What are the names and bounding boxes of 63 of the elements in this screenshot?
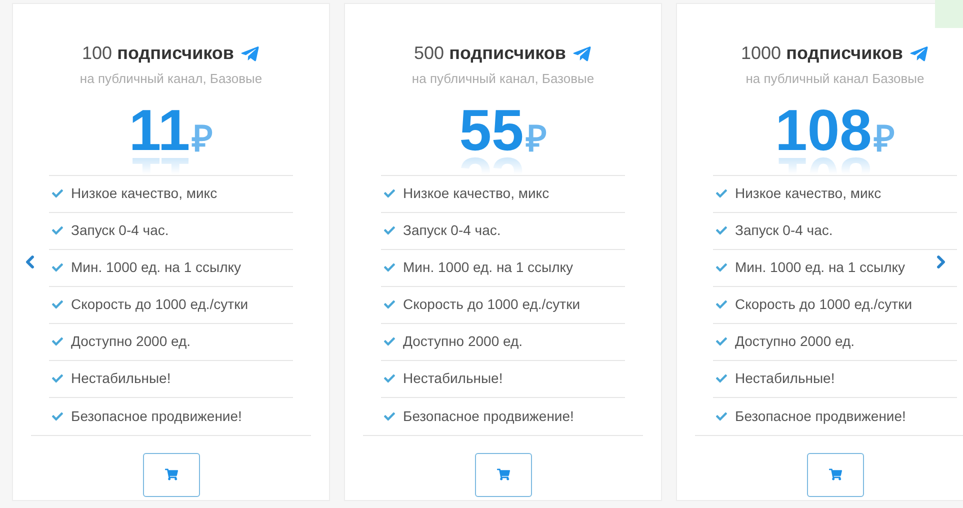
plan-title: 100 подписчиков [82,42,234,65]
check-icon [52,188,63,199]
feature-text: Доступно 2000 ед. [71,332,191,351]
feature-text: Безопасное продвижение! [735,406,906,426]
paper-plane-icon [240,44,260,64]
paper-plane-icon [908,44,929,64]
feature-text: Низкое качество, микс [403,184,550,203]
check-icon [716,262,727,273]
check-icon [384,225,395,236]
check-icon [716,225,727,236]
currency: ₽ [526,116,547,160]
feature-text: Мин. 1000 ед. на 1 ссылку [71,258,242,277]
plan-subtitle: на публичный канал, Базовые [412,70,594,88]
cart-icon [496,468,510,481]
plan-subtitle: на публичный канал, Базовые [80,70,262,88]
feature-text: Нестабильные! [735,369,835,388]
check-icon [384,262,395,273]
feature-text: Безопасное продвижение! [403,406,574,426]
check-icon [384,373,395,384]
check-icon [52,336,63,347]
feature-text: Скорость до 1000 ед./сутки [403,295,580,314]
check-icon [716,299,727,310]
check-icon [716,336,727,347]
check-icon [384,336,395,347]
feature-text: Запуск 0-4 час. [735,221,833,240]
plan-title: 500 подписчиков [414,42,566,65]
feature-text: Мин. 1000 ед. на 1 ссылку [735,258,906,277]
cart-button[interactable] [142,452,200,496]
plan-subtitle: на публичный канал Базовые [746,70,924,88]
feature-text: Запуск 0-4 час. [71,221,169,240]
check-icon [52,225,63,236]
check-icon [384,188,395,199]
check-icon [52,262,63,273]
currency: ₽ [874,116,895,160]
check-icon [384,299,395,310]
price: 108 [775,100,872,160]
feature-text: Запуск 0-4 час. [403,221,501,240]
feature-text: Мин. 1000 ед. на 1 ссылку [403,258,574,277]
feature-text: Доступно 2000 ед. [403,332,523,351]
paper-plane-icon [572,44,592,64]
feature-text: Низкое качество, микс [71,184,218,203]
cart-button[interactable] [474,452,532,496]
plan-title: 1000 подписчиков [741,42,903,65]
check-icon [384,410,395,422]
check-icon [52,373,63,384]
cart-button[interactable] [806,452,864,496]
check-icon [716,188,727,199]
feature-text: Нестабильные! [403,369,503,388]
price: 11 [128,100,190,160]
currency: ₽ [192,116,214,160]
feature-text: Безопасное продвижение! [71,406,242,426]
feature-text: Доступно 2000 ед. [735,332,855,351]
feature-text: Нестабильные! [71,369,171,388]
feature-text: Скорость до 1000 ед./сутки [735,295,912,314]
cart-icon [828,468,842,481]
feature-text: Скорость до 1000 ед./сутки [71,295,248,314]
check-icon [716,373,727,384]
feature-text: Низкое качество, микс [735,184,882,203]
check-icon [52,410,63,422]
check-icon [716,410,727,422]
price: 55 [459,100,524,160]
check-icon [52,299,63,310]
cart-icon [164,468,178,481]
